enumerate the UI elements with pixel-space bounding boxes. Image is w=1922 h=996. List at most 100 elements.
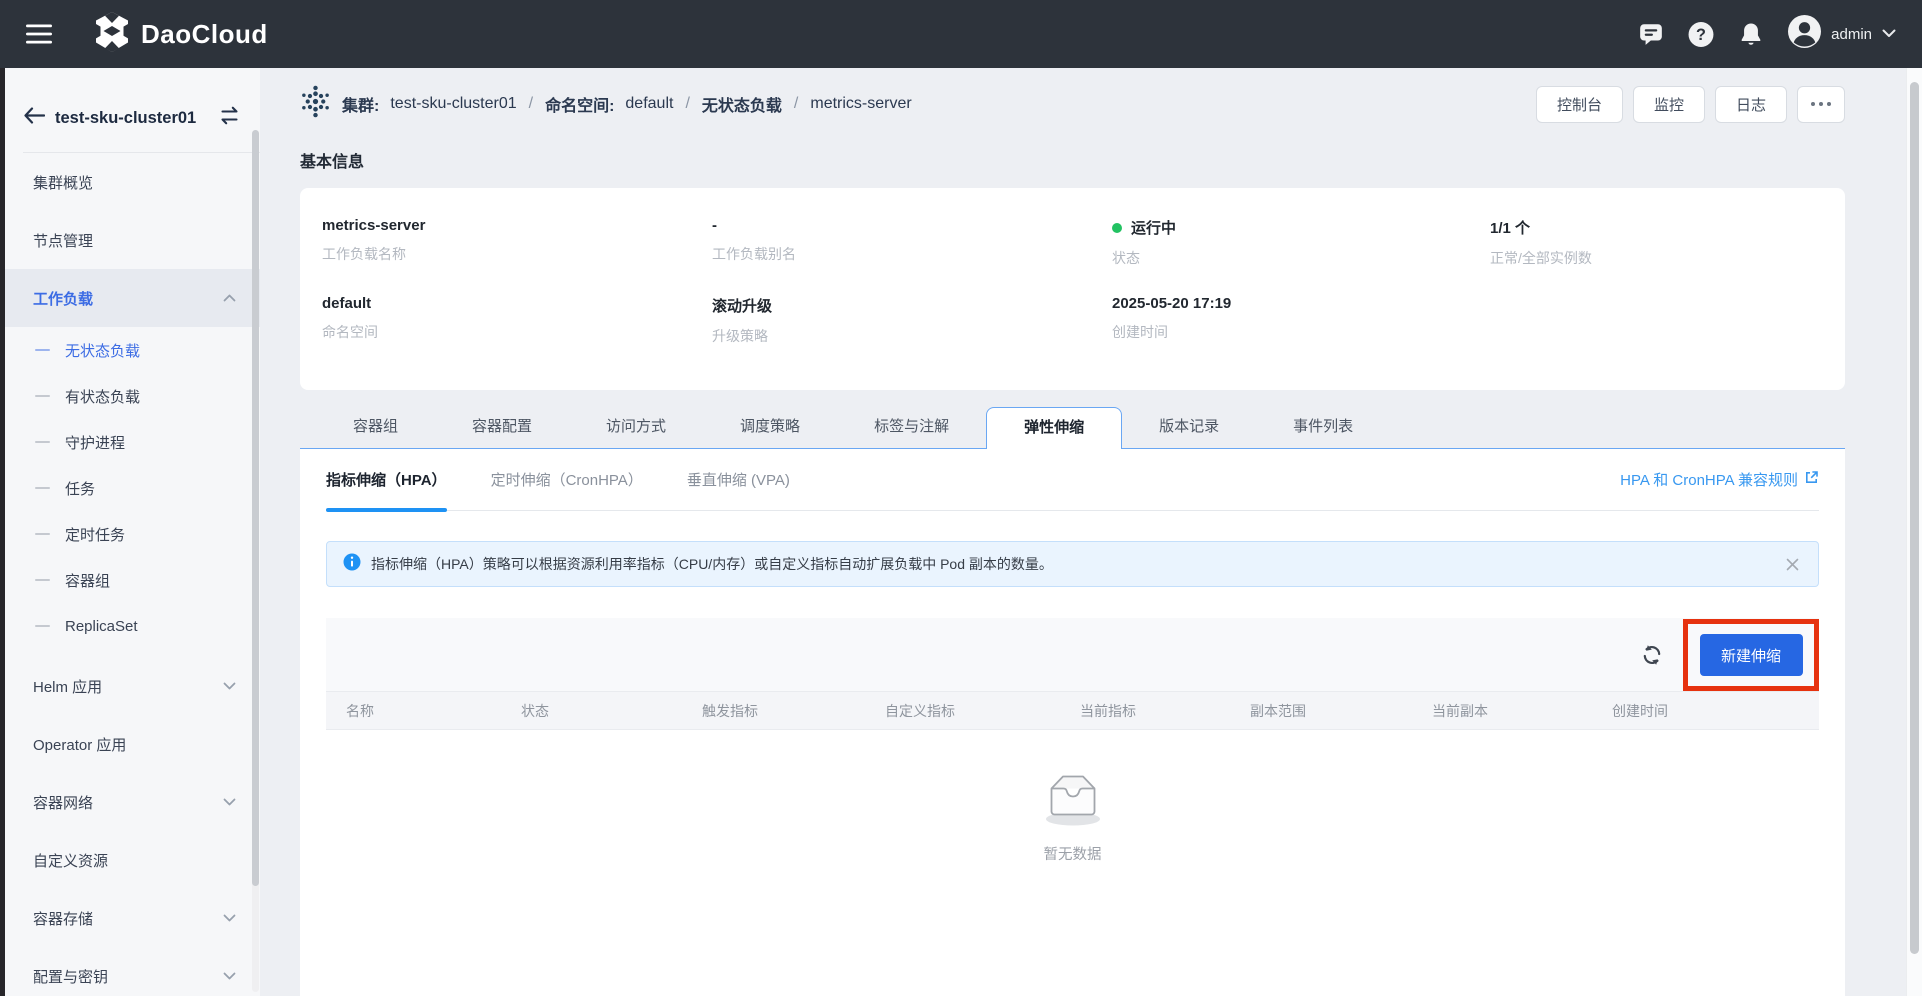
tab-elastic-scaling[interactable]: 弹性伸缩 — [986, 407, 1122, 449]
tab-access-method[interactable]: 访问方式 — [569, 404, 703, 449]
field-status: 运行中 状态 — [1112, 217, 1490, 268]
tab-scheduling-policy[interactable]: 调度策略 — [703, 404, 837, 449]
sidebar-nav: 集群概览 节点管理 工作负载 无状态负载 有状态负载 守护进程 任务 定时任务 … — [5, 153, 260, 996]
topbar: DaoCloud ? admin — [0, 0, 1922, 68]
chevron-down-icon — [1882, 25, 1896, 43]
sidebar-item-container-storage[interactable]: 容器存储 — [5, 889, 260, 947]
tab-pods[interactable]: 容器组 — [316, 404, 435, 449]
scaling-subtabs: 指标伸缩（HPA） 定时伸缩（CronHPA） 垂直伸缩 (VPA) HPA 和… — [326, 449, 1819, 511]
empty-inbox-icon — [1030, 764, 1116, 835]
dash-icon — [35, 625, 50, 628]
sidebar-item-jobs[interactable]: 任务 — [5, 465, 260, 511]
cluster-dots-icon — [300, 85, 331, 123]
chevron-up-icon — [223, 294, 236, 302]
field-created-at: 2025-05-20 17:19 创建时间 — [1112, 295, 1490, 346]
column-current-metric: 当前指标 — [1080, 701, 1250, 721]
close-icon[interactable] — [1782, 554, 1802, 574]
hpa-cronhpa-compat-link[interactable]: HPA 和 CronHPA 兼容规则 — [1620, 449, 1819, 510]
logs-button[interactable]: 日志 — [1715, 86, 1787, 123]
sidebar-item-workloads[interactable]: 工作负载 — [5, 269, 260, 327]
dash-icon — [35, 395, 50, 398]
sidebar-item-config-secrets[interactable]: 配置与密钥 — [5, 947, 260, 996]
help-icon[interactable]: ? — [1688, 21, 1714, 47]
field-upgrade-strategy: 滚动升级 升级策略 — [712, 295, 1112, 346]
brand-name: DaoCloud — [141, 19, 268, 50]
chevron-down-icon — [223, 972, 236, 980]
more-actions-button[interactable] — [1797, 86, 1845, 123]
chevron-down-icon — [223, 798, 236, 806]
console-button[interactable]: 控制台 — [1536, 86, 1623, 123]
sidebar-cluster-header: test-sku-cluster01 — [5, 68, 260, 152]
ellipsis-icon — [1811, 102, 1815, 106]
tab-event-list[interactable]: 事件列表 — [1256, 404, 1390, 449]
field-workload-alias: - 工作负载别名 — [712, 217, 1112, 268]
main-content: 集群: test-sku-cluster01 / 命名空间: default /… — [260, 68, 1922, 996]
column-status: 状态 — [521, 701, 702, 721]
breadcrumb-cluster-label: 集群: — [342, 92, 379, 116]
window-scrollbar-track — [1906, 68, 1922, 996]
sidebar-item-operator-apps[interactable]: Operator 应用 — [5, 715, 260, 773]
sidebar-item-container-network[interactable]: 容器网络 — [5, 773, 260, 831]
subtab-hpa[interactable]: 指标伸缩（HPA） — [326, 449, 447, 510]
hpa-table-toolbar: 新建伸缩 — [326, 618, 1819, 692]
sidebar: test-sku-cluster01 集群概览 节点管理 工作负载 无状态负载 … — [5, 68, 260, 996]
subtab-vpa[interactable]: 垂直伸缩 (VPA) — [687, 449, 790, 510]
monitoring-button[interactable]: 监控 — [1633, 86, 1705, 123]
dash-icon — [35, 533, 50, 536]
field-workload-name: metrics-server 工作负载名称 — [322, 217, 712, 268]
empty-state-label: 暂无数据 — [1044, 843, 1102, 864]
dash-icon — [35, 487, 50, 490]
chevron-down-icon — [223, 914, 236, 922]
sidebar-item-cronjobs[interactable]: 定时任务 — [5, 511, 260, 557]
notifications-bell-icon[interactable] — [1738, 21, 1764, 47]
sidebar-item-replicaset[interactable]: ReplicaSet — [5, 603, 260, 649]
tab-container-config[interactable]: 容器配置 — [435, 404, 569, 449]
external-link-icon — [1804, 470, 1819, 489]
breadcrumb: 集群: test-sku-cluster01 / 命名空间: default /… — [300, 85, 912, 123]
basic-info-card: metrics-server 工作负载名称 - 工作负载别名 运行中 状态 1/… — [300, 188, 1845, 390]
chat-icon[interactable] — [1638, 21, 1664, 47]
breadcrumb-workload-type[interactable]: 无状态负载 — [702, 92, 782, 116]
breadcrumb-workload-name: metrics-server — [810, 95, 911, 113]
sidebar-item-pods[interactable]: 容器组 — [5, 557, 260, 603]
elastic-scaling-panel: 指标伸缩（HPA） 定时伸缩（CronHPA） 垂直伸缩 (VPA) HPA 和… — [300, 448, 1845, 996]
dash-icon — [35, 349, 50, 352]
page-header: 集群: test-sku-cluster01 / 命名空间: default /… — [300, 68, 1845, 140]
empty-state: 暂无数据 — [326, 764, 1819, 864]
field-namespace: default 命名空间 — [322, 295, 712, 346]
subtab-cronhpa[interactable]: 定时伸缩（CronHPA） — [491, 449, 643, 510]
cluster-name-label: test-sku-cluster01 — [55, 109, 209, 128]
user-menu[interactable]: admin — [1788, 15, 1896, 53]
tab-labels-annotations[interactable]: 标签与注解 — [837, 404, 986, 449]
username-label: admin — [1831, 26, 1872, 43]
field-instances: 1/1 个 正常/全部实例数 — [1490, 217, 1821, 268]
daocloud-logo-icon — [92, 11, 132, 58]
sidebar-item-daemonsets[interactable]: 守护进程 — [5, 419, 260, 465]
switch-cluster-icon[interactable] — [219, 106, 240, 130]
chevron-down-icon — [223, 682, 236, 690]
column-name: 名称 — [346, 701, 521, 721]
window-scrollbar-thumb[interactable] — [1910, 82, 1919, 954]
create-hpa-button[interactable]: 新建伸缩 — [1700, 634, 1803, 676]
refresh-icon[interactable] — [1640, 643, 1664, 667]
sidebar-item-helm-apps[interactable]: Helm 应用 — [5, 657, 260, 715]
sidebar-item-cluster-overview[interactable]: 集群概览 — [5, 153, 260, 211]
svg-text:?: ? — [1696, 26, 1706, 44]
sidebar-item-custom-resources[interactable]: 自定义资源 — [5, 831, 260, 889]
sidebar-scrollbar-thumb[interactable] — [252, 130, 259, 886]
column-current-replicas: 当前副本 — [1432, 701, 1612, 721]
hamburger-menu-icon[interactable] — [26, 24, 52, 44]
hpa-info-alert: 指标伸缩（HPA）策略可以根据资源利用率指标（CPU/内存）或自定义指标自动扩展… — [326, 541, 1819, 587]
back-arrow-icon[interactable] — [23, 106, 45, 130]
dash-icon — [35, 441, 50, 444]
basic-info-title: 基本信息 — [300, 148, 1845, 172]
breadcrumb-namespace-value[interactable]: default — [625, 95, 673, 113]
sidebar-item-deployments[interactable]: 无状态负载 — [5, 327, 260, 373]
status-badge: 运行中 — [1131, 217, 1176, 238]
status-dot — [1112, 223, 1122, 233]
sidebar-item-statefulsets[interactable]: 有状态负载 — [5, 373, 260, 419]
sidebar-item-node-management[interactable]: 节点管理 — [5, 211, 260, 269]
daocloud-logo[interactable]: DaoCloud — [92, 11, 268, 58]
breadcrumb-cluster-value[interactable]: test-sku-cluster01 — [390, 95, 516, 113]
tab-version-history[interactable]: 版本记录 — [1122, 404, 1256, 449]
